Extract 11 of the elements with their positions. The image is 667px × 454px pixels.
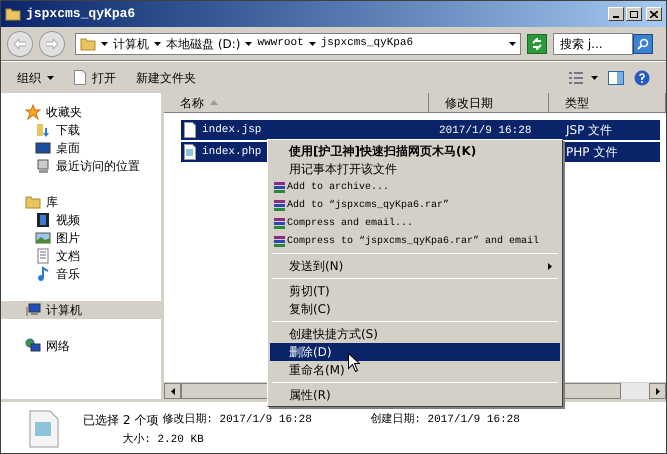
modified-date: 2017/1/9 16:28 (439, 125, 532, 138)
file-name: index.jsp (202, 122, 262, 138)
file-name: index.php (202, 144, 262, 160)
selection-count: 已选择 2 个项 (83, 412, 158, 429)
size-info: 大小: 2.20 KB (122, 432, 204, 448)
created-info: 创建日期: 2017/1/9 16:28 (370, 412, 520, 428)
window-title: jspxcms_qyKpa6 (26, 5, 136, 24)
search-placeholder: 搜索 j... (560, 36, 603, 52)
file-type: PHP 文件 (565, 144, 618, 161)
file-type: JSP 文件 (564, 122, 612, 139)
modified-info: 修改日期: 2017/1/9 16:28 (162, 412, 313, 428)
